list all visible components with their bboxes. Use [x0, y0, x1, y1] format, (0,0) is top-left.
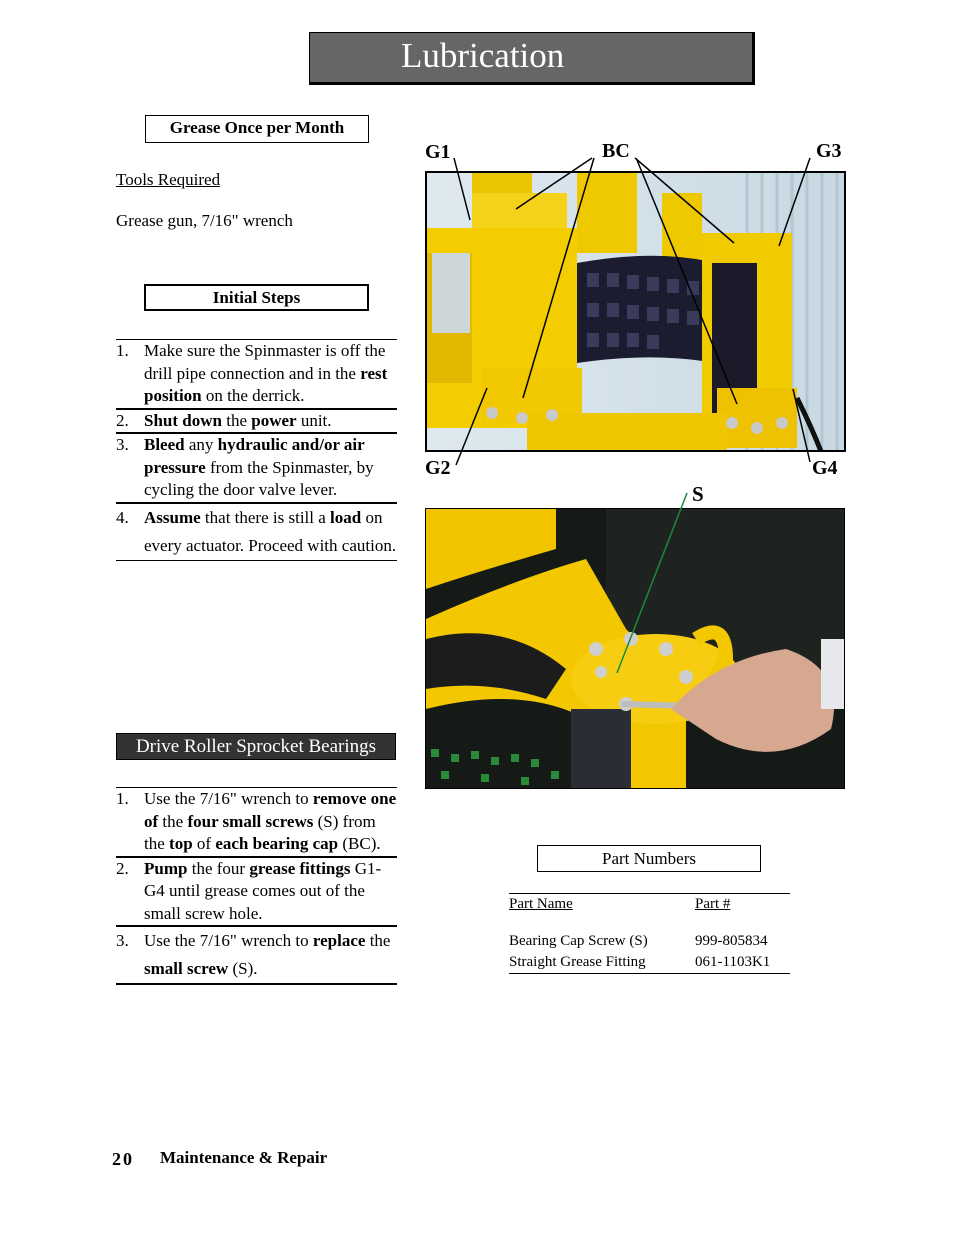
page-number: 20: [112, 1149, 134, 1169]
initial-steps-list: 1. Make sure the Spinmaster is off the d…: [116, 339, 397, 561]
callout-g2: G2: [425, 457, 451, 479]
initial-step: 3. Bleed any hydraulic and/or air pressu…: [116, 432, 397, 502]
divider: [116, 559, 397, 561]
column-header-part-number: Part #: [695, 896, 731, 912]
callout-g1: G1: [425, 141, 451, 163]
initial-steps-heading: Initial Steps: [144, 284, 369, 311]
page-title-bar: Lubrication: [309, 32, 755, 85]
column-header-part-name: Part Name: [509, 896, 573, 912]
step-text: Pump the four grease fittings G1-G4 unti…: [144, 858, 382, 923]
step-text: Shut down the power unit.: [144, 410, 332, 430]
callout-g3: G3: [816, 140, 842, 162]
screw-removal-illustration: [426, 509, 844, 788]
step-number: 3.: [116, 435, 129, 454]
screw-removal-photo: [425, 508, 845, 789]
divider: [509, 973, 790, 974]
bearing-assembly-photo: [425, 171, 846, 452]
tools-required-label: Tools Required: [116, 170, 221, 189]
grease-schedule-label: Grease Once per Month: [145, 115, 369, 143]
part-numbers-table: Part Name Part # Bearing Cap Screw (S) 9…: [509, 893, 790, 974]
drive-step: 3. Use the 7/16" wrench to replace the s…: [116, 925, 397, 983]
footer-section-title: Maintenance & Repair: [160, 1148, 328, 1167]
table-row: Straight Grease Fitting 061-1103K1: [509, 952, 790, 973]
part-number-cell: 999-805834: [695, 933, 768, 949]
step-text: Bleed any hydraulic and/or air pressure …: [144, 435, 374, 499]
part-name-cell: Bearing Cap Screw (S): [509, 933, 648, 949]
step-number: 3.: [116, 931, 129, 950]
initial-step: 2. Shut down the power unit.: [116, 407, 397, 433]
drive-roller-heading: Drive Roller Sprocket Bearings: [116, 733, 396, 760]
step-text: Make sure the Spinmaster is off the dril…: [144, 341, 388, 405]
bearing-assembly-illustration: [427, 173, 844, 450]
divider: [116, 983, 397, 985]
initial-step: 4. Assume that there is still a load on …: [116, 501, 397, 560]
tools-required-value: Grease gun, 7/16" wrench: [116, 211, 293, 230]
step-text: Use the 7/16" wrench to remove one of th…: [144, 789, 397, 853]
drive-step: 2. Pump the four grease fittings G1-G4 u…: [116, 855, 397, 926]
table-row: Bearing Cap Screw (S) 999-805834: [509, 931, 790, 952]
page-title: Lubrication: [401, 36, 565, 75]
step-number: 1.: [116, 789, 129, 808]
part-number-cell: 061-1103K1: [695, 954, 771, 970]
step-number: 4.: [116, 507, 129, 527]
drive-roller-steps-list: 1. Use the 7/16" wrench to remove one of…: [116, 787, 397, 985]
callout-g4: G4: [812, 457, 838, 479]
step-number: 1.: [116, 341, 129, 360]
callout-bc: BC: [602, 140, 630, 162]
step-number: 2.: [116, 858, 129, 878]
step-number: 2.: [116, 410, 129, 430]
table-header-row: Part Name Part #: [509, 894, 790, 915]
part-numbers-heading: Part Numbers: [537, 845, 761, 872]
step-text: Use the 7/16" wrench to replace the smal…: [144, 931, 391, 978]
step-text: Assume that there is still a load on eve…: [144, 507, 397, 555]
initial-step: 1. Make sure the Spinmaster is off the d…: [116, 339, 397, 408]
drive-step: 1. Use the 7/16" wrench to remove one of…: [116, 787, 397, 856]
callout-s: S: [692, 482, 704, 506]
part-name-cell: Straight Grease Fitting: [509, 954, 646, 970]
